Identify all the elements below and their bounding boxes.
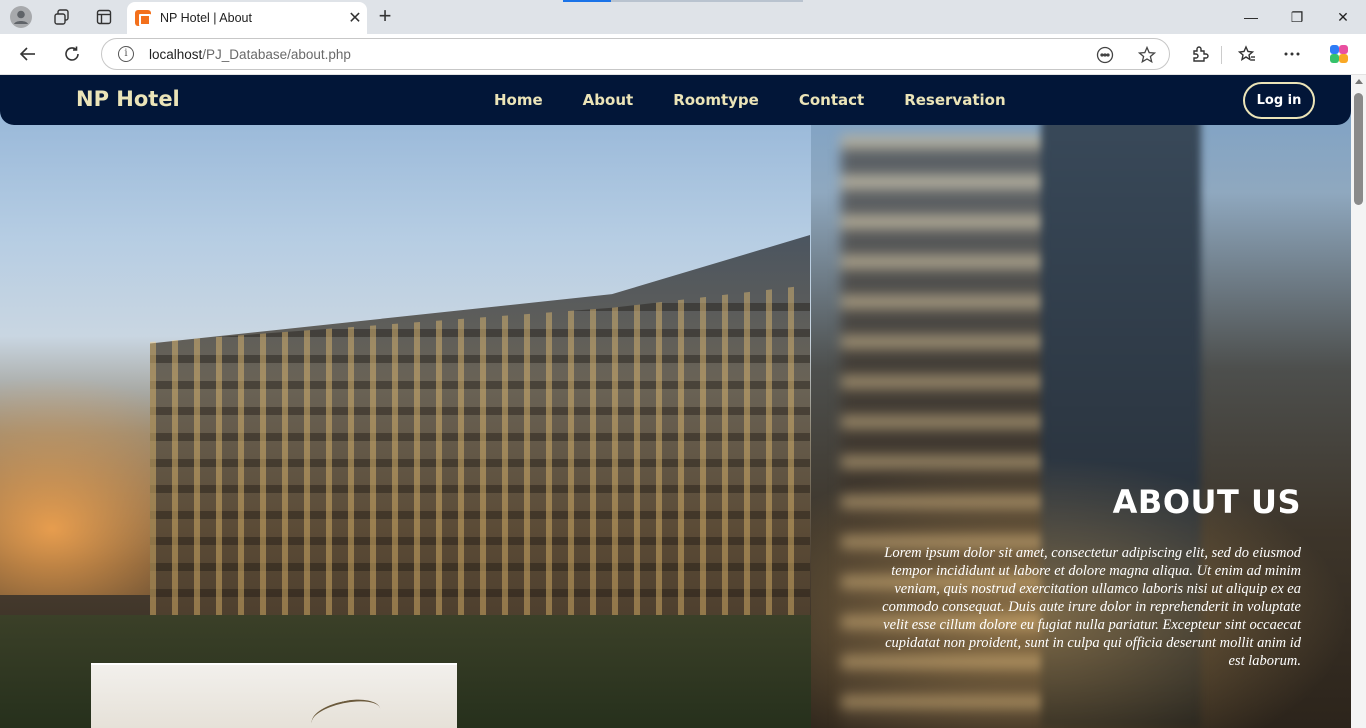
nav-contact[interactable]: Contact bbox=[779, 91, 884, 109]
site-navbar: NP Hotel Home About Roomtype Contact Res… bbox=[0, 75, 1351, 125]
nav-about[interactable]: About bbox=[563, 91, 654, 109]
favorites-icon[interactable] bbox=[1233, 41, 1261, 67]
url-path: /PJ_Database/about.php bbox=[202, 47, 351, 62]
login-button[interactable]: Log in bbox=[1243, 82, 1315, 119]
url-host: localhost bbox=[149, 47, 203, 62]
profile-icon[interactable] bbox=[8, 5, 34, 29]
nav-roomtype[interactable]: Roomtype bbox=[653, 91, 779, 109]
address-bar[interactable]: i localhost/PJ_Database/about.php bbox=[101, 38, 1170, 70]
scrollbar-thumb[interactable] bbox=[1354, 93, 1363, 205]
nav-reservation[interactable]: Reservation bbox=[884, 91, 1025, 109]
refresh-icon[interactable] bbox=[58, 41, 86, 67]
close-tab-icon[interactable]: ✕ bbox=[343, 8, 367, 28]
browser-tab-strip: NP Hotel | About ✕ + — ❐ ✕ bbox=[0, 0, 1366, 34]
loading-track bbox=[611, 0, 803, 2]
hero-building-windows bbox=[150, 285, 810, 665]
site-info-icon[interactable]: i bbox=[118, 46, 134, 62]
page-scrollbar[interactable] bbox=[1351, 75, 1366, 728]
scroll-up-arrow-icon[interactable] bbox=[1355, 79, 1363, 84]
more-menu-icon[interactable] bbox=[1278, 41, 1306, 67]
tab-about[interactable]: NP Hotel | About ✕ bbox=[127, 2, 367, 34]
nav-links: Home About Roomtype Contact Reservation bbox=[474, 75, 1026, 125]
about-title: ABOUT US bbox=[1112, 483, 1301, 521]
restore-button[interactable]: ❐ bbox=[1274, 0, 1320, 34]
new-tab-button[interactable]: + bbox=[373, 5, 397, 27]
brand-logo[interactable]: NP Hotel bbox=[76, 87, 180, 111]
copilot-icon[interactable] bbox=[1325, 41, 1353, 67]
reading-mode-icon[interactable] bbox=[1094, 44, 1116, 66]
tab-title: NP Hotel | About bbox=[160, 11, 252, 25]
extensions-icon[interactable] bbox=[1186, 41, 1214, 67]
browser-toolbar: i localhost/PJ_Database/about.php bbox=[0, 34, 1366, 75]
toolbar-separator bbox=[1221, 46, 1222, 64]
tab-actions-icon[interactable] bbox=[91, 5, 117, 29]
nav-home[interactable]: Home bbox=[474, 91, 563, 109]
back-arrow-icon[interactable] bbox=[14, 41, 42, 67]
xampp-favicon-icon bbox=[135, 10, 151, 26]
workspaces-icon[interactable] bbox=[49, 5, 75, 29]
secondary-image bbox=[91, 663, 457, 728]
url-text[interactable]: localhost/PJ_Database/about.php bbox=[149, 47, 351, 62]
loading-indicator bbox=[563, 0, 611, 2]
favorite-star-icon[interactable] bbox=[1136, 44, 1158, 66]
minimize-button[interactable]: — bbox=[1228, 0, 1274, 34]
web-page: ABOUT US Lorem ipsum dolor sit amet, con… bbox=[0, 75, 1351, 728]
about-description: Lorem ipsum dolor sit amet, consectetur … bbox=[882, 545, 1301, 669]
secondary-image-branch bbox=[308, 694, 384, 728]
close-window-button[interactable]: ✕ bbox=[1320, 0, 1366, 34]
